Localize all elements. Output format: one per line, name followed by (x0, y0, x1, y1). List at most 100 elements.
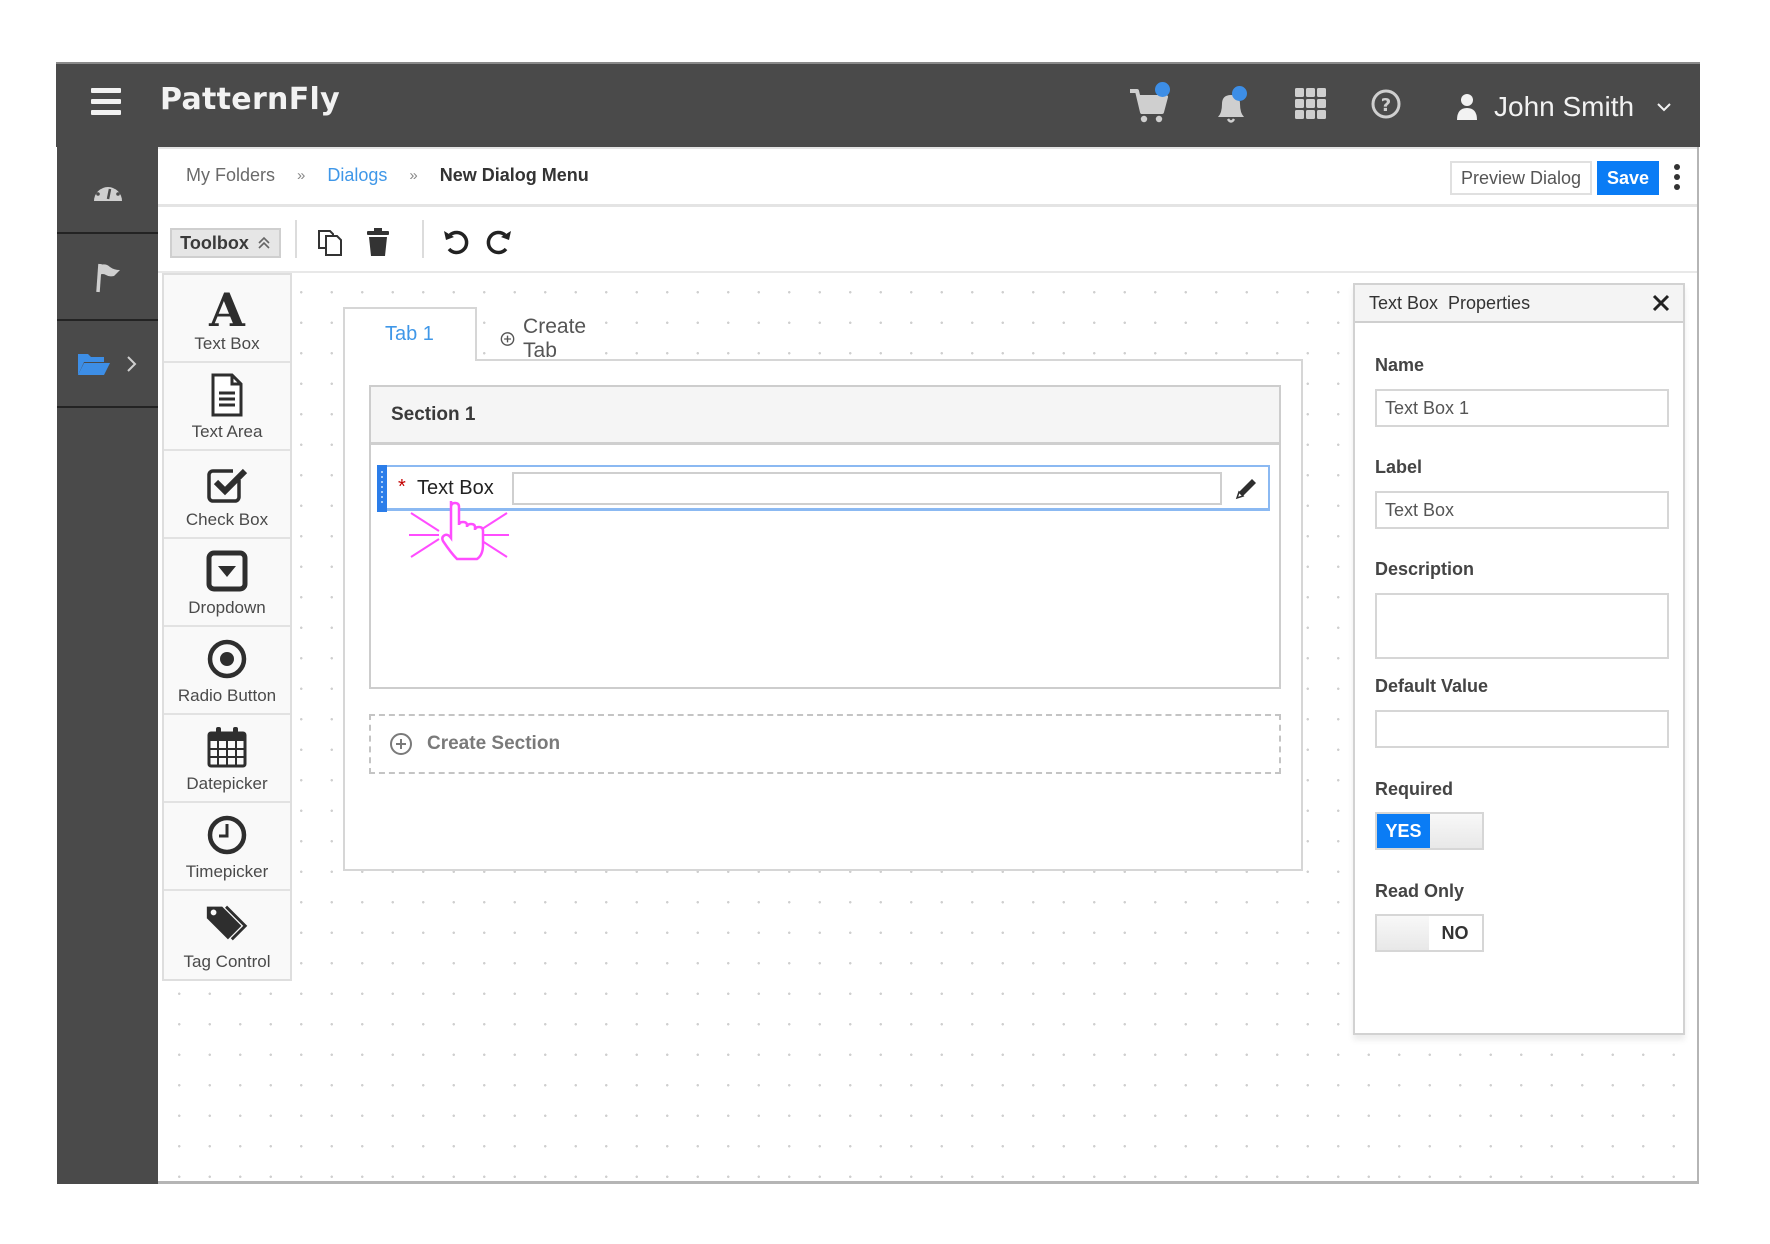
flag-icon (95, 263, 120, 292)
tag-control-icon (203, 899, 251, 947)
toolbox-item-timepicker[interactable]: Timepicker (164, 803, 290, 891)
pointer-cursor-icon (409, 499, 509, 569)
toggle-off-label: NO (1429, 916, 1481, 950)
label-label: Label (1375, 457, 1423, 477)
breadcrumb-bar: My Folders » Dialogs » New Dialog Menu P… (158, 147, 1697, 207)
label-input[interactable]: Text Box (1375, 491, 1669, 529)
dropdown-icon (203, 547, 251, 595)
properties-panel: Text Box Properties Name Text Box 1 Labe… (1353, 283, 1685, 1035)
toolbox-item-label: Dropdown (188, 598, 266, 617)
editor-toolbar: Toolbox (158, 207, 1697, 273)
default-value-label: Default Value (1375, 676, 1489, 696)
text-box-icon: A (203, 283, 251, 331)
create-section-label: Create Section (427, 733, 561, 754)
tab-content-panel: Section 1 * Text Box Create Section (343, 359, 1303, 871)
breadcrumb: My Folders » Dialogs » New Dialog Menu (186, 165, 589, 186)
toolbox-label: Toolbox (180, 232, 249, 253)
nav-item-folders[interactable] (57, 321, 158, 408)
folder-open-icon (77, 353, 110, 375)
radio-button-icon (203, 635, 251, 683)
field-label: Text Box (417, 477, 494, 499)
toolbar-divider (422, 220, 424, 258)
hamburger-menu-icon[interactable] (91, 88, 123, 116)
breadcrumb-separator: » (409, 167, 418, 184)
properties-panel-title: Text Box Properties (1355, 285, 1683, 323)
user-icon (1457, 94, 1477, 120)
app-launcher-grid-icon[interactable] (1293, 84, 1339, 130)
dashboard-icon (93, 181, 122, 201)
section-1[interactable]: Section 1 * Text Box (369, 385, 1281, 689)
name-label: Name (1375, 355, 1425, 375)
toggle-knob (1377, 916, 1429, 950)
svg-text:A: A (208, 284, 246, 330)
toolbox-item-dropdown[interactable]: Dropdown (164, 539, 290, 627)
save-button[interactable]: Save (1597, 161, 1659, 195)
toolbox-palette: A Text Box Text Area Check Box Dropdown … (162, 273, 292, 981)
copy-icon[interactable] (314, 225, 348, 259)
required-marker: * (398, 476, 406, 498)
read-only-toggle[interactable]: NO (1375, 914, 1484, 952)
masthead: PatternFly ? John Smith (56, 62, 1700, 147)
preview-dialog-button[interactable]: Preview Dialog (1450, 161, 1593, 195)
user-dropdown[interactable]: John Smith (1456, 82, 1672, 132)
default-value-input[interactable] (1375, 710, 1669, 748)
toolbox-item-label: Timepicker (185, 862, 269, 881)
toolbox-item-label: Datepicker (186, 774, 268, 793)
drag-handle[interactable] (377, 465, 387, 512)
vertical-nav (57, 147, 158, 1184)
trash-icon[interactable] (361, 225, 395, 259)
toolbox-item-text-box[interactable]: A Text Box (164, 275, 290, 363)
pencil-icon[interactable] (1232, 475, 1260, 503)
create-tab-button[interactable]: Create Tab (500, 315, 596, 363)
create-section-button[interactable]: Create Section (369, 714, 1281, 774)
text-area-icon (203, 371, 251, 419)
close-icon[interactable] (1650, 292, 1672, 314)
toolbox-item-radio-button[interactable]: Radio Button (164, 627, 290, 715)
notification-badge (1232, 86, 1247, 101)
description-label: Description (1375, 559, 1475, 579)
toolbar-divider (295, 220, 297, 258)
toolbox-item-check-box[interactable]: Check Box (164, 451, 290, 539)
breadcrumb-dialogs[interactable]: Dialogs (327, 165, 387, 186)
toolbox-item-text-area[interactable]: Text Area (164, 363, 290, 451)
redo-icon[interactable] (481, 225, 515, 259)
section-title[interactable]: Section 1 (371, 387, 1279, 445)
name-input[interactable]: Text Box 1 (1375, 389, 1669, 427)
cart-badge (1155, 82, 1170, 97)
toolbox-item-label: Tag Control (183, 952, 271, 971)
toggle-knob (1430, 814, 1482, 848)
breadcrumb-current: New Dialog Menu (439, 165, 589, 185)
plus-circle-icon (500, 332, 515, 346)
cart-icon[interactable] (1126, 82, 1172, 130)
nav-item-flag[interactable] (57, 234, 158, 321)
check-box-icon (203, 459, 251, 507)
help-icon[interactable]: ? (1370, 84, 1416, 130)
breadcrumb-my-folders[interactable]: My Folders (186, 165, 275, 186)
description-textarea[interactable] (1375, 593, 1669, 659)
kebab-menu-icon[interactable] (1671, 162, 1683, 194)
datepicker-icon (203, 723, 251, 771)
toolbox-item-tag-control[interactable]: Tag Control (164, 891, 290, 979)
toolbox-item-label: Check Box (185, 510, 269, 529)
chevron-right-icon (126, 355, 136, 372)
user-name: John Smith (1494, 91, 1635, 122)
required-toggle[interactable]: YES (1375, 812, 1484, 850)
text-box-preview-input[interactable] (512, 472, 1222, 505)
required-label: Required (1375, 779, 1454, 799)
undo-icon[interactable] (440, 225, 474, 259)
breadcrumb-separator: » (297, 167, 306, 184)
plus-circle-icon (390, 733, 412, 755)
toolbox-item-label: Radio Button (177, 686, 277, 705)
bell-icon[interactable] (1208, 84, 1254, 130)
toolbox-item-label: Text Area (191, 422, 263, 441)
selected-text-box-field[interactable]: * Text Box (377, 465, 1270, 561)
toolbox-item-datepicker[interactable]: Datepicker (164, 715, 290, 803)
double-chevron-up-icon (258, 236, 270, 249)
nav-item-dashboard[interactable] (57, 147, 158, 234)
brand-title: PatternFly (160, 82, 340, 117)
tab-1[interactable]: Tab 1 (343, 307, 477, 361)
design-canvas[interactable]: A Text Box Text Area Check Box Dropdown … (158, 273, 1697, 1181)
toolbox-item-label: Text Box (194, 334, 260, 353)
timepicker-icon (203, 811, 251, 859)
toolbox-toggle-button[interactable]: Toolbox (170, 228, 281, 258)
